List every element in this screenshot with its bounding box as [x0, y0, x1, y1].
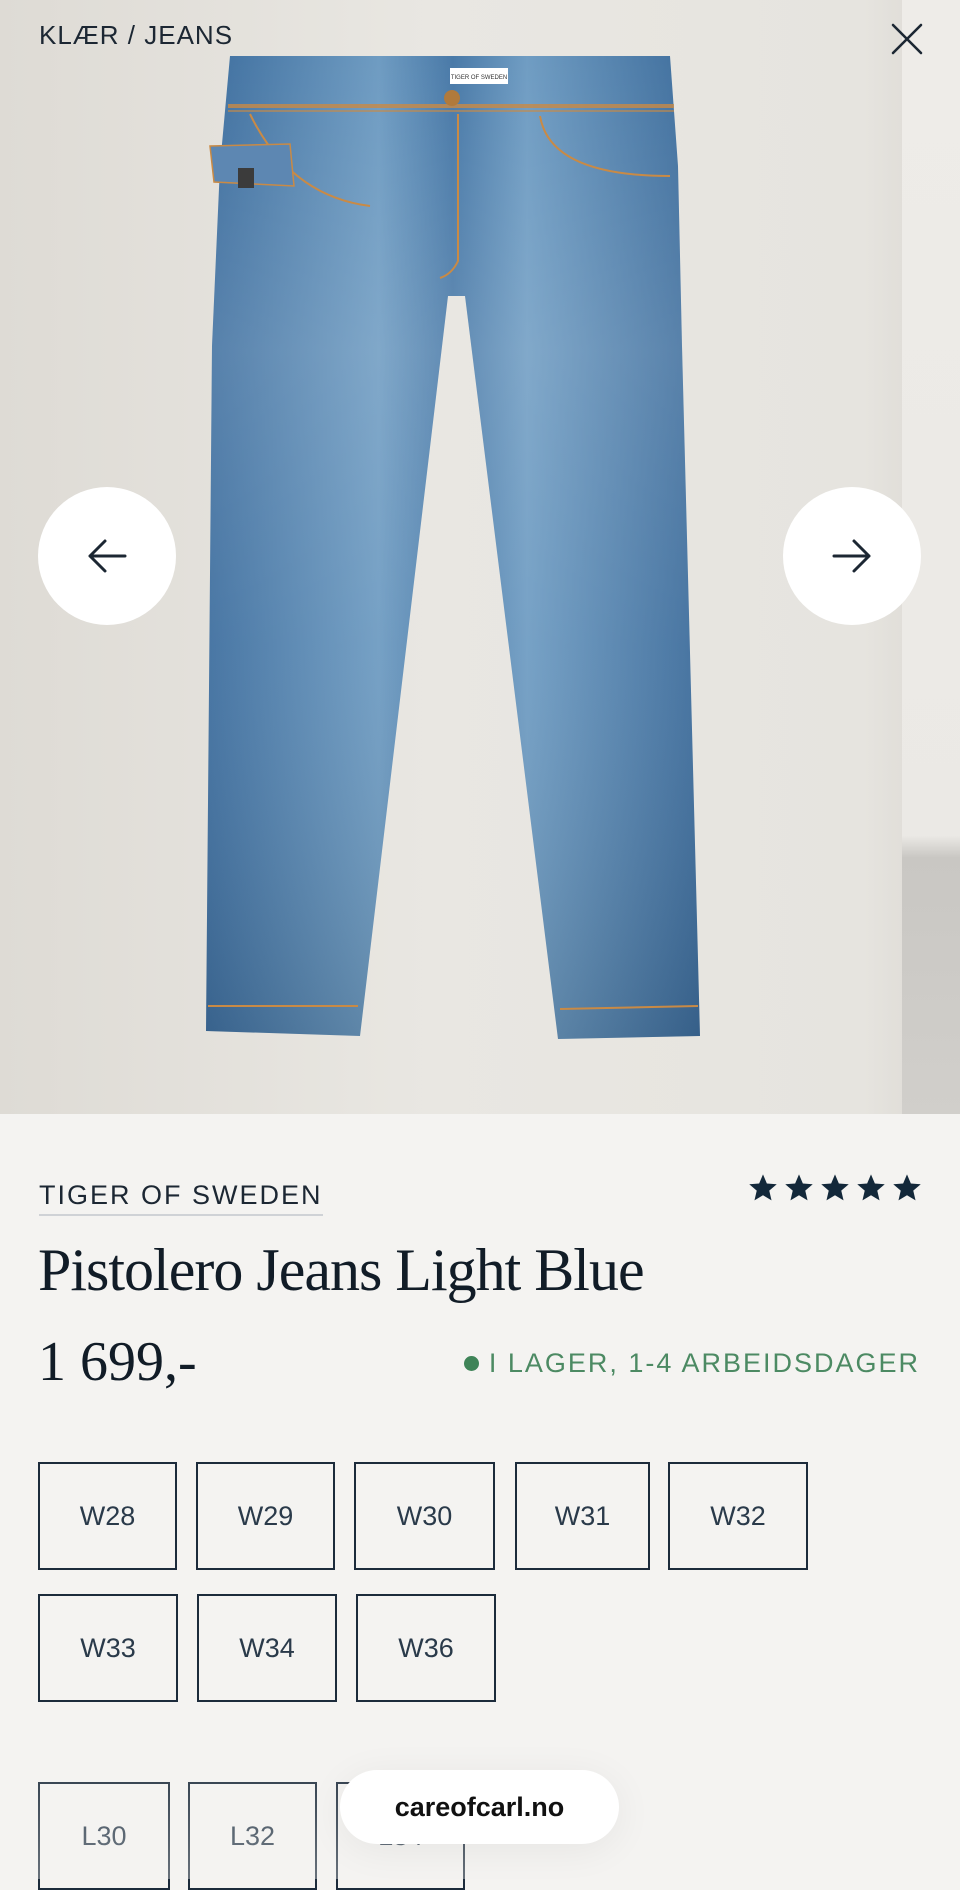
breadcrumb[interactable]: KLÆR / JEANS: [39, 20, 233, 51]
size-option-w30[interactable]: W30: [354, 1462, 495, 1570]
product-title: Pistolero Jeans Light Blue: [38, 1237, 645, 1303]
star-icon: [749, 1174, 777, 1201]
star-icon: [785, 1174, 813, 1201]
waistband-label: TIGER OF SWEDEN: [451, 75, 507, 81]
product-price: 1 699,-: [38, 1331, 197, 1393]
rating-stars[interactable]: [747, 1172, 923, 1204]
size-option-w33[interactable]: W33: [38, 1594, 178, 1702]
next-image-button[interactable]: [783, 487, 921, 625]
site-domain-pill[interactable]: careofcarl.no: [340, 1770, 619, 1844]
size-option-w36[interactable]: W36: [356, 1594, 496, 1702]
star-icon: [893, 1174, 921, 1201]
brand-link[interactable]: TIGER OF SWEDEN: [39, 1180, 323, 1216]
in-stock-dot-icon: [463, 1356, 479, 1371]
previous-image-button[interactable]: [38, 487, 176, 625]
size-option-w28[interactable]: W28: [38, 1462, 177, 1570]
size-option-w34[interactable]: W34: [197, 1594, 337, 1702]
size-option-w32[interactable]: W32: [668, 1462, 808, 1570]
size-option-w31[interactable]: W31: [515, 1462, 650, 1570]
close-icon[interactable]: [886, 18, 928, 60]
star-icon: [821, 1174, 849, 1201]
size-option-l32[interactable]: L32: [188, 1782, 317, 1890]
size-option-w29[interactable]: W29: [196, 1462, 335, 1570]
stock-status-text: I LAGER, 1-4 ARBEIDSDAGER: [488, 1348, 920, 1378]
arrow-left-icon: [88, 539, 127, 573]
arrow-right-icon: [832, 539, 871, 573]
jeans-product-image: TIGER OF SWEDEN: [206, 56, 700, 1039]
product-image-gallery: TIGER OF SWEDEN KLÆR / JEANS: [0, 0, 960, 1114]
size-option-l30[interactable]: L30: [38, 1782, 170, 1890]
star-icon: [857, 1174, 885, 1201]
stock-status: I LAGER, 1-4 ARBEIDSDAGER: [463, 1348, 920, 1379]
